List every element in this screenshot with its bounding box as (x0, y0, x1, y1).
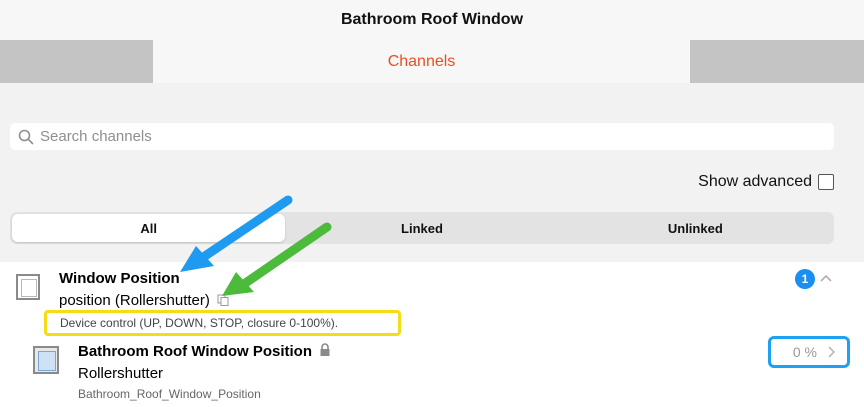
lock-icon (320, 343, 330, 356)
channel-title[interactable]: Window Position (59, 270, 180, 287)
item-uid: Bathroom_Roof_Window_Position (78, 387, 261, 401)
tab-bar: Channels (0, 40, 864, 83)
channel-subtitle: position (Rollershutter) (59, 292, 229, 309)
item-state-button[interactable]: 0 % (768, 336, 850, 368)
item-label: Bathroom Roof Window Position (78, 343, 313, 360)
show-advanced[interactable]: Show advanced (698, 173, 834, 191)
chevron-up-icon[interactable] (819, 273, 833, 283)
window-title: Bathroom Roof Window (0, 0, 864, 40)
window-icon (16, 274, 40, 300)
search-bar[interactable] (10, 123, 834, 150)
show-advanced-label: Show advanced (698, 173, 812, 190)
item-type: Rollershutter (78, 365, 164, 382)
filter-linked[interactable]: Linked (285, 214, 558, 242)
rollershutter-icon (33, 346, 59, 374)
channel-list: Window Position position (Rollershutter)… (0, 262, 864, 407)
tab-channels[interactable]: Channels (153, 40, 690, 83)
search-input[interactable] (40, 128, 820, 145)
channel-description: Device control (UP, DOWN, STOP, closure … (44, 310, 401, 336)
channel-type: position (Rollershutter) (59, 292, 210, 309)
filter-unlinked[interactable]: Unlinked (559, 214, 832, 242)
copy-icon[interactable] (217, 294, 229, 306)
show-advanced-checkbox[interactable] (818, 174, 834, 190)
chevron-right-icon (828, 346, 835, 358)
link-count-badge: 1 (795, 269, 815, 289)
item-title[interactable]: Bathroom Roof Window Position (78, 343, 331, 360)
filter-all[interactable]: All (12, 214, 286, 242)
search-icon (18, 129, 34, 144)
filter-segmented-control: All Linked Unlinked (10, 212, 834, 244)
item-state: 0 % (792, 344, 817, 360)
